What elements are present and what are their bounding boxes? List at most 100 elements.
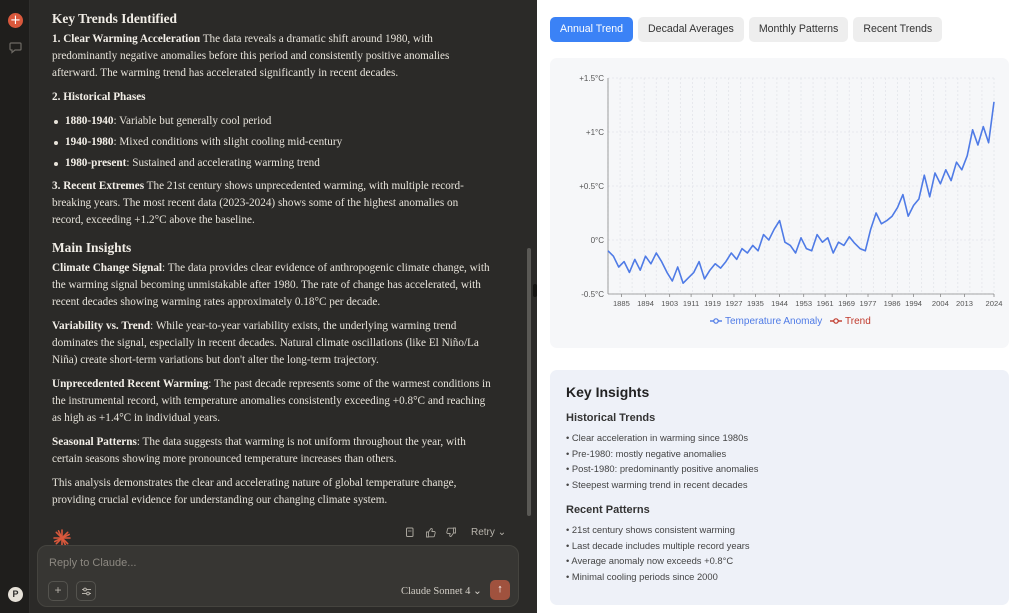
- list-item: • Minimal cooling periods since 2000: [566, 570, 718, 582]
- composer[interactable]: Reply to Claude... + Claude Sonnet 4 ⌄ ↑: [37, 545, 519, 607]
- list-item: • Pre-1980: mostly negative anomalies: [566, 447, 727, 459]
- arrow-up-icon: ↑: [497, 583, 503, 595]
- legend-label: Temperature Anomaly: [725, 316, 822, 327]
- x-tick-label: 2024: [986, 299, 1003, 308]
- key-insights-card: Key Insights Historical Trends • Clear a…: [550, 370, 1009, 605]
- insights-title: Key Insights: [566, 384, 650, 400]
- left-rail: + P: [0, 0, 30, 613]
- chat-bubble-icon[interactable]: [9, 41, 22, 54]
- thumbs-down-icon[interactable]: [446, 527, 457, 538]
- chart-tabs: Annual Trend Decadal Averages Monthly Pa…: [550, 17, 943, 42]
- list-item-text: 21st century shows consistent warming: [571, 524, 735, 535]
- section-heading-trends: Key Trends Identified: [52, 11, 177, 26]
- chevron-down-icon: ⌄: [497, 527, 507, 538]
- tab-recent-trends[interactable]: Recent Trends: [853, 17, 943, 42]
- retry-button[interactable]: Retry ⌄: [471, 527, 506, 538]
- list-item-text: Steepest warming trend in recent decades: [571, 478, 748, 490]
- tab-monthly-patterns[interactable]: Monthly Patterns: [748, 17, 849, 42]
- x-tick-label: 1977: [860, 299, 877, 308]
- y-tick-label: 0°C: [591, 236, 605, 245]
- new-chat-icon[interactable]: +: [8, 13, 23, 28]
- insight-paragraph: Variability vs. Trend: While year-to-yea…: [52, 318, 492, 369]
- strong-label: 2. Historical Phases: [52, 91, 146, 103]
- retry-label: Retry: [471, 527, 495, 538]
- chat-area: Key Trends Identified 1. Clear Warming A…: [30, 0, 535, 613]
- x-tick-label: 1927: [726, 299, 743, 308]
- list-item: 1940-1980: Mixed conditions with slight …: [52, 134, 492, 151]
- temperature-chart: -0.5°C 0°C +0.5°C +1°C +1.5°C 1885 1894 1903 191…: [579, 74, 1003, 327]
- chart-card: -0.5°C 0°C +0.5°C +1°C +1.5°C 1885 1894 1903 191…: [550, 58, 1009, 348]
- x-tick-label: 1935: [747, 299, 764, 308]
- phase-period: 1980-present: [65, 157, 127, 169]
- copy-icon[interactable]: [404, 527, 415, 538]
- list-item: 1980-present: Sustained and accelerating…: [52, 155, 492, 172]
- paragraph-phases-title: 2. Historical Phases: [52, 89, 492, 106]
- x-tick-label: 1961: [817, 299, 834, 308]
- x-tick-label: 1944: [771, 299, 788, 308]
- insight-title: Unprecedented Recent Warming: [52, 378, 209, 390]
- tab-annual-trend[interactable]: Annual Trend: [550, 17, 634, 42]
- x-tick-label: 1885: [613, 299, 630, 308]
- list-item-text: Average anomaly now exceeds +0.8°C: [571, 555, 734, 566]
- assistant-message: Key Trends Identified 1. Clear Warming A…: [52, 10, 492, 516]
- recent-patterns-title: Recent Patterns: [566, 504, 650, 516]
- recent-patterns-list: • 21st century shows consistent warming …: [566, 522, 993, 584]
- insight-title: Climate Change Signal: [52, 262, 163, 274]
- list-item: • Steepest warming trend in recent decad…: [566, 478, 748, 490]
- x-tick-label: 2004: [932, 299, 949, 308]
- historical-trends-title: Historical Trends: [566, 412, 656, 424]
- strong-label: 3. Recent Extremes: [52, 180, 145, 192]
- message-actions: Retry ⌄: [404, 527, 506, 538]
- insight-paragraph: Unprecedented Recent Warming: The past d…: [52, 376, 492, 427]
- closing-paragraph: This analysis demonstrates the clear and…: [52, 477, 457, 506]
- list-item-text: Post-1980: predominantly positive anomal…: [571, 463, 759, 474]
- thumbs-up-icon[interactable]: [425, 527, 436, 538]
- x-tick-label: 1953: [795, 299, 812, 308]
- paragraph-extremes: 3. Recent Extremes The 21st century show…: [52, 178, 492, 229]
- paragraph-acceleration: 1. Clear Warming Acceleration The data r…: [52, 31, 492, 82]
- phase-desc: : Sustained and accelerating warming tre…: [126, 157, 320, 169]
- x-tick-label: 1986: [884, 299, 901, 308]
- send-button[interactable]: ↑: [490, 580, 510, 600]
- avatar[interactable]: P: [8, 587, 23, 602]
- list-item: 1880-1940: Variable but generally cool p…: [52, 113, 492, 130]
- tools-sliders-icon[interactable]: [76, 581, 96, 601]
- historical-trends-list: • Clear acceleration in warming since 19…: [566, 430, 993, 492]
- list-item: • Last decade includes multiple record y…: [566, 539, 750, 551]
- chevron-down-icon: ⌄: [473, 586, 482, 597]
- reply-input[interactable]: Reply to Claude...: [49, 557, 136, 569]
- phase-desc: : Mixed conditions with slight cooling m…: [113, 136, 343, 148]
- attach-plus-icon[interactable]: +: [48, 581, 68, 601]
- list-item-text: Clear acceleration in warming since 1980…: [571, 432, 749, 443]
- chat-scrollbar[interactable]: [527, 248, 531, 516]
- phases-list: 1880-1940: Variable but generally cool p…: [52, 113, 492, 172]
- insight-title: Seasonal Patterns: [52, 436, 137, 448]
- x-tick-label: 1894: [637, 299, 654, 308]
- artifact-panel: Annual Trend Decadal Averages Monthly Pa…: [537, 0, 1024, 613]
- section-heading-insights: Main Insights: [52, 240, 132, 255]
- insight-title: Variability vs. Trend: [52, 320, 151, 332]
- legend-marker: [833, 318, 839, 324]
- x-tick-label: 1919: [704, 299, 721, 308]
- x-tick-label: 1969: [838, 299, 855, 308]
- y-tick-label: -0.5°C: [581, 290, 604, 299]
- insight-paragraph: Climate Change Signal: The data provides…: [52, 260, 492, 311]
- legend-label: Trend: [845, 316, 871, 327]
- y-tick-label: +0.5°C: [579, 182, 604, 191]
- tab-decadal-averages[interactable]: Decadal Averages: [638, 17, 744, 42]
- model-selector[interactable]: Claude Sonnet 4 ⌄: [401, 585, 482, 597]
- phase-period: 1880-1940: [65, 115, 114, 127]
- x-tick-label: 1994: [905, 299, 922, 308]
- y-tick-label: +1.5°C: [579, 74, 604, 83]
- list-item: • Post-1980: predominantly positive anom…: [566, 463, 759, 474]
- list-item: • Average anomaly now exceeds +0.8°C: [566, 555, 734, 566]
- x-tick-label: 1903: [661, 299, 678, 308]
- strong-label: 1. Clear Warming Acceleration: [52, 33, 201, 45]
- list-item: • Clear acceleration in warming since 19…: [566, 432, 749, 443]
- list-item-text: Last decade includes multiple record yea…: [571, 539, 750, 551]
- list-item-text: Pre-1980: mostly negative anomalies: [571, 447, 727, 459]
- insight-paragraph: Seasonal Patterns: The data suggests tha…: [52, 434, 492, 468]
- y-tick-label: +1°C: [586, 128, 604, 137]
- phase-period: 1940-1980: [65, 136, 114, 148]
- legend-marker: [713, 318, 719, 324]
